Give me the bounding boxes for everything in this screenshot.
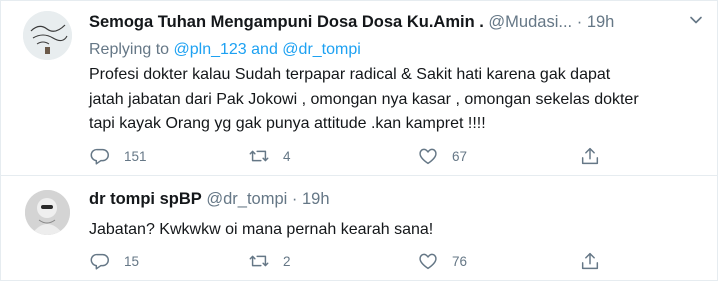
reply-button[interactable]: 15 (89, 250, 139, 272)
share-icon (581, 147, 599, 165)
tweet-header: dr tompi spBP @dr_tompi · 19h (89, 190, 330, 209)
tweet-text: Profesi dokter kalau Sudah terpapar radi… (89, 63, 699, 137)
separator: · (576, 13, 583, 31)
mention-link[interactable]: @dr_tompi (282, 41, 361, 58)
display-name[interactable]: Semoga Tuhan Mengampuni Dosa Dosa Ku.Ami… (89, 13, 484, 31)
tweet[interactable]: dr tompi spBP @dr_tompi · 19h Jabatan? K… (1, 176, 717, 280)
heart-icon (419, 253, 437, 270)
separator: · (291, 190, 298, 208)
tweet-actions: 151 4 67 (89, 145, 629, 169)
retweet-count: 4 (283, 148, 291, 164)
share-button[interactable] (579, 145, 601, 167)
replying-to: Replying to @pln_123 and @dr_tompi (89, 41, 361, 59)
retweet-button[interactable]: 4 (248, 145, 291, 167)
heart-icon (419, 148, 437, 165)
share-icon (581, 252, 599, 270)
retweet-button[interactable]: 2 (248, 250, 291, 272)
display-name[interactable]: dr tompi spBP (89, 190, 202, 208)
retweet-icon (249, 150, 269, 162)
tweet-text-line: jatah jabatan dari Pak Jokowi , omongan … (89, 90, 639, 108)
tweet-text: Jabatan? Kwkwkw oi mana pernah kearah sa… (89, 218, 699, 243)
tweet-thread: Semoga Tuhan Mengampuni Dosa Dosa Ku.Ami… (0, 0, 718, 281)
timestamp[interactable]: 19h (302, 190, 330, 208)
like-button[interactable]: 76 (417, 250, 467, 272)
like-button[interactable]: 67 (417, 145, 467, 167)
tweet-text-line: tapi kayak Orang yg gak punya attitude .… (89, 115, 486, 132)
tweet[interactable]: Semoga Tuhan Mengampuni Dosa Dosa Ku.Ami… (1, 1, 717, 176)
like-count: 76 (452, 253, 468, 269)
retweet-icon (249, 255, 269, 267)
username[interactable]: @Mudasi... (488, 13, 572, 31)
avatar[interactable] (25, 190, 70, 235)
avatar[interactable] (23, 11, 72, 60)
retweet-count: 2 (283, 253, 291, 269)
chevron-down-icon[interactable] (689, 13, 703, 27)
tweet-text-line: Jabatan? Kwkwkw oi mana pernah kearah sa… (89, 221, 434, 238)
like-count: 67 (452, 148, 468, 164)
mention-link[interactable]: @pln_123 (174, 41, 247, 58)
reply-count: 15 (124, 253, 140, 269)
tweet-text-line: Profesi dokter kalau Sudah terpapar radi… (89, 66, 611, 83)
username[interactable]: @dr_tompi (206, 190, 287, 208)
tweet-actions: 15 2 76 (89, 250, 629, 274)
replying-and[interactable]: and (251, 41, 278, 58)
reply-icon (90, 148, 109, 165)
reply-button[interactable]: 151 (89, 145, 147, 167)
reply-count: 151 (124, 148, 147, 164)
timestamp[interactable]: 19h (587, 13, 615, 31)
tweet-header: Semoga Tuhan Mengampuni Dosa Dosa Ku.Ami… (89, 13, 614, 32)
share-button[interactable] (579, 250, 601, 272)
replying-to-label: Replying to (89, 41, 170, 58)
reply-icon (90, 253, 109, 270)
